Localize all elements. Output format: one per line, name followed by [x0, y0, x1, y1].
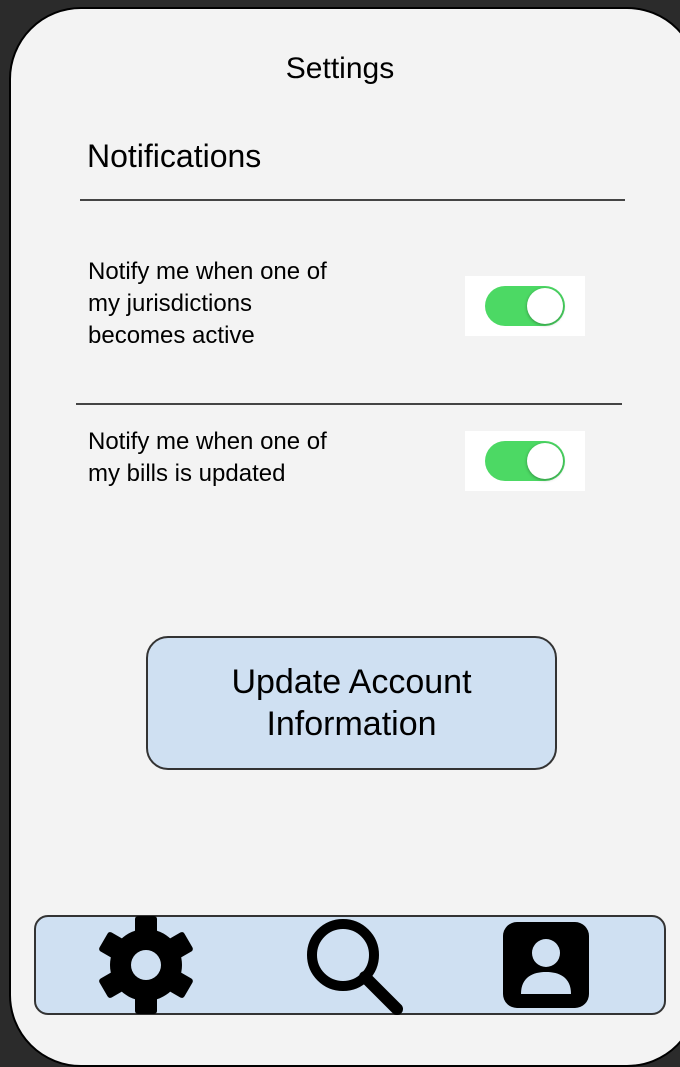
search-icon	[307, 919, 403, 1015]
toggle-knob	[527, 288, 563, 324]
jurisdiction-active-toggle[interactable]	[465, 276, 585, 336]
nav-search-button[interactable]	[298, 917, 408, 1015]
bill-updated-setting-label: Notify me when one of my bills is update…	[88, 428, 327, 487]
profile-icon	[503, 922, 589, 1008]
notifications-section-title: Notifications	[87, 138, 262, 174]
jurisdiction-active-setting-label: Notify me when one of my jurisdictions b…	[88, 258, 327, 349]
update-account-button[interactable]: Update Account Information	[146, 636, 557, 770]
toggle-track	[485, 286, 565, 326]
page-title: Settings	[285, 52, 395, 85]
bottom-nav-bar	[34, 915, 666, 1015]
section-divider	[80, 199, 625, 201]
nav-settings-button[interactable]	[86, 916, 206, 1014]
toggle-track	[485, 441, 565, 481]
bill-updated-toggle[interactable]	[465, 431, 585, 491]
setting-divider	[76, 403, 622, 405]
gear-icon	[99, 916, 193, 1014]
nav-profile-button[interactable]	[491, 917, 601, 1013]
toggle-knob	[527, 443, 563, 479]
